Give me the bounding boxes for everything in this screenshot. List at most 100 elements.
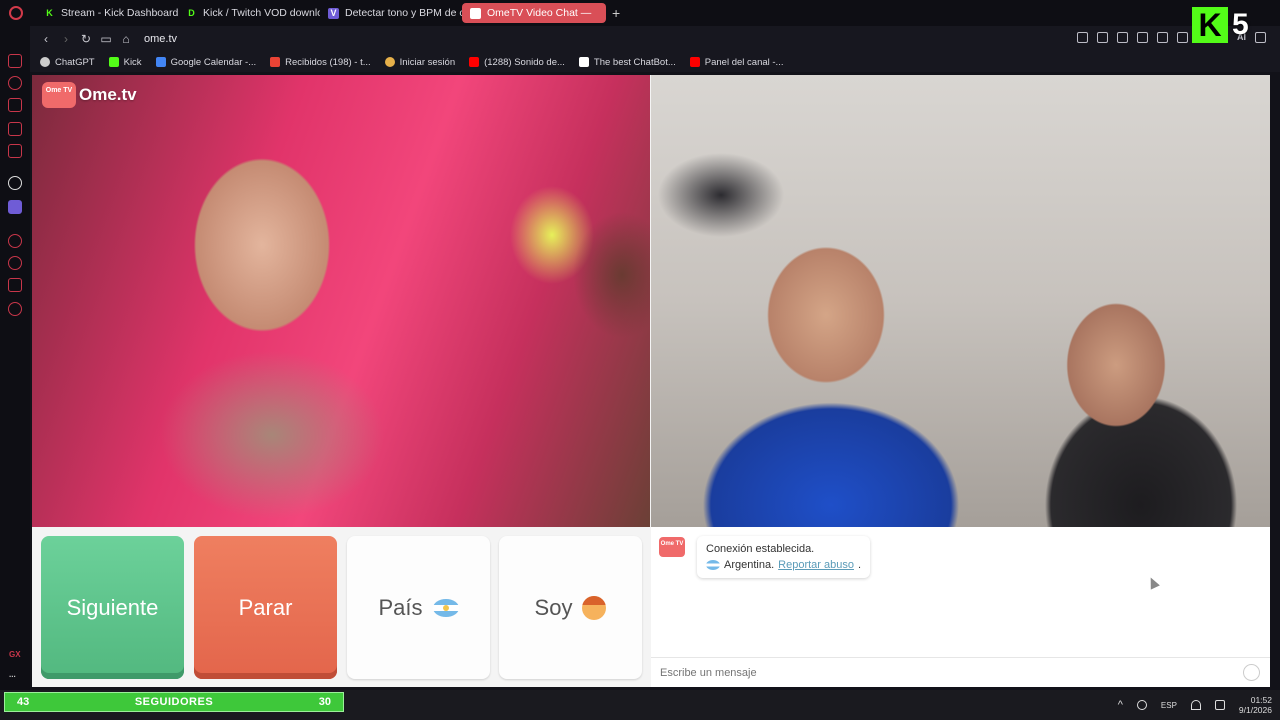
boy-avatar-icon <box>582 595 607 620</box>
translate-icon[interactable] <box>1137 32 1148 43</box>
chat-ometv-icon: Ome TV <box>659 537 685 557</box>
next-label: Siguiente <box>66 594 159 620</box>
taskbar: 43 SEGUIDORES 30 ^ ESP 01:52 9/1/2026 <box>0 690 1280 720</box>
bookmark-label: (1288) Sonido de... <box>484 56 565 68</box>
tab-bpm-detector[interactable]: V Detectar tono y BPM de c <box>320 3 462 23</box>
clock-icon[interactable] <box>8 256 22 270</box>
snapshot-icon[interactable] <box>1097 32 1108 43</box>
reload-icon[interactable]: ↻ <box>76 32 96 46</box>
argentina-flag-icon <box>432 598 459 617</box>
bookmark-chatgpt[interactable]: ChatGPT <box>40 57 95 68</box>
twitch-icon[interactable] <box>8 54 22 68</box>
kick-icon: K <box>44 7 55 19</box>
bookmark-calendar[interactable]: Google Calendar -... <box>155 56 257 68</box>
connection-status: Conexión establecida. <box>706 543 815 555</box>
message-bar <box>651 657 1270 687</box>
play-icon[interactable] <box>1157 32 1168 43</box>
tab-label: Detectar tono y BPM de c <box>345 7 462 19</box>
extension-icon[interactable] <box>8 200 22 214</box>
message-input[interactable] <box>660 666 1220 679</box>
microphone-icon[interactable] <box>1136 700 1147 710</box>
gmail-icon <box>270 57 281 67</box>
bookmark-label: Iniciar sesión <box>399 56 456 68</box>
vpn-icon[interactable] <box>1117 32 1128 43</box>
gx-label[interactable]: GX <box>9 650 21 659</box>
music-icon: V <box>328 7 339 19</box>
next-button[interactable]: Siguiente <box>41 536 184 679</box>
browser-sidebar: GX ... <box>0 26 30 690</box>
bookmark-chatbot[interactable]: The best ChatBot... <box>578 56 676 68</box>
bookmark-kick[interactable]: Kick <box>108 56 142 68</box>
report-suffix: . <box>857 559 862 571</box>
country-button[interactable]: País <box>347 536 490 679</box>
remote-video: Ome TV Ome.tv <box>32 75 650 527</box>
report-abuse-link[interactable]: Reportar abuso <box>778 557 854 573</box>
bookmark-youtube-sound[interactable]: (1288) Sonido de... <box>469 57 565 68</box>
language-indicator[interactable]: ESP <box>1161 701 1177 710</box>
menu-icon[interactable] <box>1255 32 1266 43</box>
heart-icon[interactable] <box>1177 32 1188 43</box>
pin-icon[interactable] <box>1077 32 1088 43</box>
followers-current: 43 <box>17 696 30 708</box>
bookmark-login[interactable]: Iniciar sesión <box>384 56 456 68</box>
pinboard-icon[interactable] <box>8 278 22 292</box>
kick-icon <box>108 57 119 67</box>
followers-goal: 30 <box>318 696 331 708</box>
clock-time: 01:52 <box>1250 695 1272 705</box>
back-icon[interactable]: ‹ <box>36 32 56 46</box>
mail-icon[interactable] <box>8 144 22 158</box>
clock[interactable]: 01:52 9/1/2026 <box>1239 695 1272 715</box>
news-icon[interactable] <box>8 122 22 136</box>
chevron-up-icon[interactable]: ^ <box>1118 699 1123 711</box>
tab-label: OmeTV Video Chat — <box>487 7 592 19</box>
local-video <box>651 75 1270 527</box>
system-message: Conexión establecida. Argentina. Reporta… <box>697 536 871 578</box>
opera-menu-icon[interactable] <box>0 0 32 26</box>
history-icon[interactable] <box>8 76 22 90</box>
tab-ometv[interactable]: OmeTV Video Chat — <box>462 3 606 23</box>
emoji-icon[interactable] <box>1243 664 1260 681</box>
more-icon[interactable]: ... <box>9 670 16 679</box>
bookmarks-bar: ChatGPT Kick Google Calendar -... Recibi… <box>30 52 1280 72</box>
bookmark-label: Google Calendar -... <box>170 56 257 68</box>
forward-icon[interactable]: › <box>56 32 76 46</box>
lock-icon: ⌂ <box>122 32 130 46</box>
bookmark-label: ChatGPT <box>55 56 95 68</box>
tab-vod-downloader[interactable]: D Kick / Twitch VOD downlo <box>178 3 320 23</box>
tab-label: Stream - Kick Dashboard <box>61 7 178 19</box>
bookmark-gmail[interactable]: Recibidos (198) - t... <box>270 57 371 68</box>
ometv-logo[interactable]: Ome TV Ome.tv <box>42 82 137 108</box>
bookmark-label: Panel del canal -... <box>704 56 784 68</box>
chatgpt-icon[interactable] <box>8 176 22 190</box>
youtube-icon <box>689 57 700 67</box>
gender-button[interactable]: Soy <box>499 536 642 679</box>
url-field[interactable]: ome.tv <box>144 33 177 45</box>
volume-icon[interactable] <box>1214 700 1225 710</box>
bookmark-label: Recibidos (198) - t... <box>285 56 371 68</box>
ometv-logo-name: Ome.tv <box>79 85 137 104</box>
clock-date: 9/1/2026 <box>1238 705 1272 715</box>
stop-button[interactable]: Parar <box>194 536 337 679</box>
player-icon[interactable] <box>8 234 22 248</box>
followers-label: SEGUIDORES <box>134 696 214 708</box>
chat-panel: Ome TV Conexión establecida. Argentina. … <box>651 527 1270 687</box>
chatgpt-icon <box>40 57 50 67</box>
mouse-cursor-icon <box>1146 575 1160 590</box>
kick-overlay: K 5 <box>1192 7 1249 43</box>
bookmark-channel-panel[interactable]: Panel del canal -... <box>689 56 784 68</box>
gender-label: Soy <box>534 594 573 620</box>
download-icon: D <box>186 7 197 19</box>
wifi-icon[interactable] <box>1190 700 1201 710</box>
ometv-page: Ome TV Ome.tv Siguiente Parar País Soy O… <box>32 75 1270 687</box>
new-tab-button[interactable]: + <box>606 5 626 21</box>
tab-bar: K Stream - Kick Dashboard D Kick / Twitc… <box>0 0 1280 26</box>
tab-kick-dashboard[interactable]: K Stream - Kick Dashboard <box>36 3 178 23</box>
bookmark-label: The best ChatBot... <box>593 56 676 68</box>
ometv-logo-tv: Ome TV <box>42 82 76 108</box>
camera-icon[interactable]: ▭ <box>96 32 116 46</box>
ometv-icon <box>470 7 481 19</box>
login-icon <box>384 57 395 67</box>
bookmark-label: Kick <box>123 56 142 68</box>
gaming-icon[interactable] <box>8 98 22 112</box>
settings-icon[interactable] <box>8 302 22 316</box>
